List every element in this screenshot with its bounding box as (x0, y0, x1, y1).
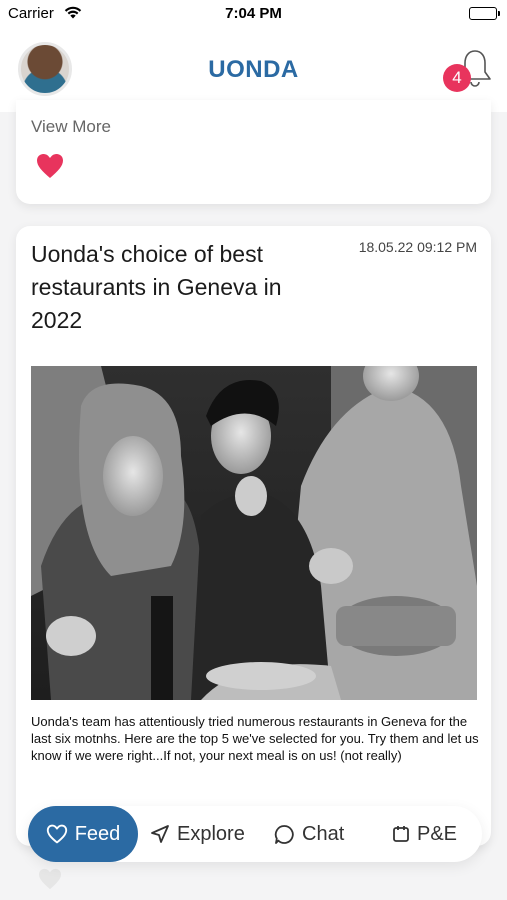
previous-post-card: View More (16, 100, 491, 204)
app-title: UONDA (208, 56, 299, 83)
faded-heart-icon (39, 868, 61, 890)
view-more-link[interactable]: View More (31, 117, 111, 137)
notification-badge: 4 (443, 64, 471, 92)
restaurant-photo-image (31, 366, 477, 700)
tab-feed[interactable]: Feed (28, 806, 138, 862)
heart-icon (46, 824, 67, 844)
clock: 7:04 PM (225, 5, 282, 22)
liked-heart-icon[interactable] (36, 153, 64, 179)
battery-icon (469, 7, 500, 20)
post-title: Uonda's choice of best restaurants in Ge… (31, 241, 282, 333)
navigation-arrow-icon (151, 825, 169, 843)
tab-chat-label: Chat (302, 822, 345, 845)
tab-explore[interactable]: Explore (150, 806, 245, 862)
tab-feed-label: Feed (74, 822, 121, 845)
tab-explore-label: Explore (177, 822, 245, 845)
status-bar: Carrier 7:04 PM (0, 0, 507, 30)
post-card[interactable]: Uonda's choice of best restaurants in Ge… (16, 226, 491, 846)
notifications-button[interactable]: 4 (440, 46, 496, 96)
tab-pe-label: P&E (417, 822, 458, 845)
calendar-icon (393, 826, 409, 842)
post-photo (31, 366, 477, 700)
tab-chat[interactable]: Chat (274, 806, 344, 862)
tab-pe[interactable]: P&E (392, 806, 457, 862)
bottom-tab-bar: Feed Explore Chat P&E (28, 806, 482, 862)
post-timestamp: 18.05.22 09:12 PM (358, 239, 477, 255)
chat-bubble-icon (274, 824, 294, 844)
post-body-text: Uonda's team has attentiously tried nume… (31, 714, 479, 763)
